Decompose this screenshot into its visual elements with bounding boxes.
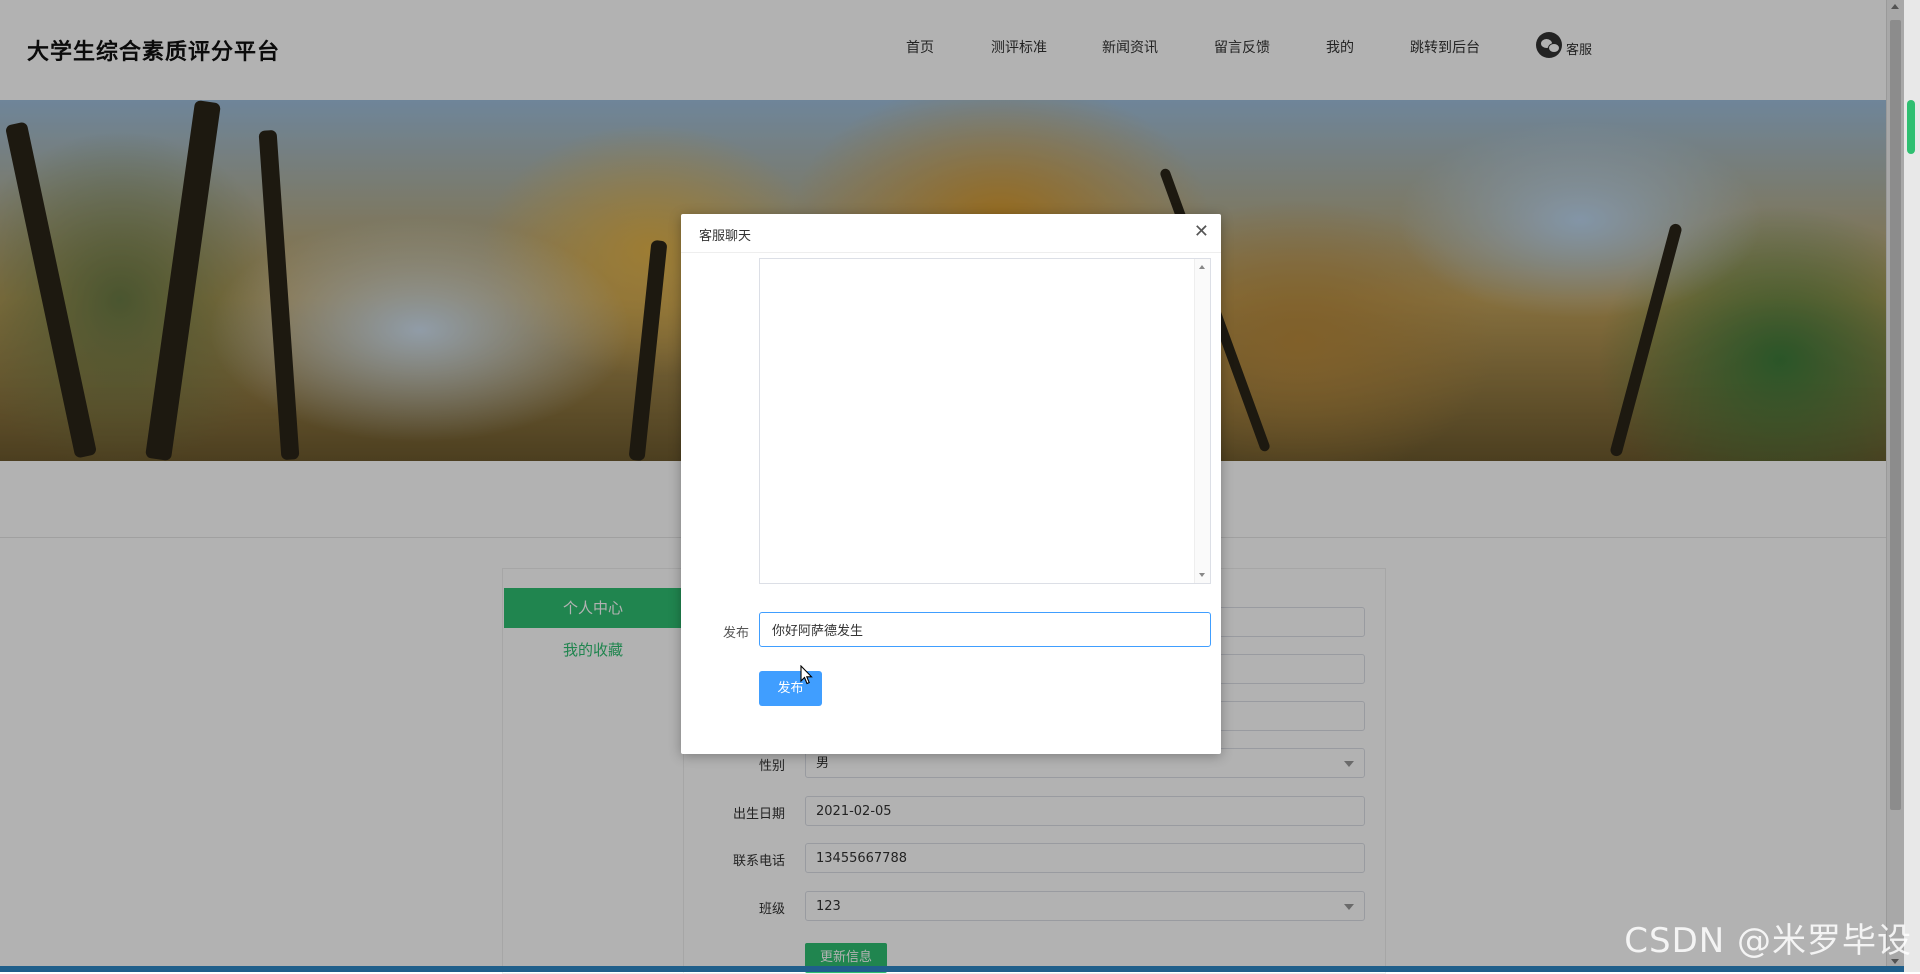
outer-scrollbar[interactable]: [1904, 0, 1920, 972]
chat-scrollbar[interactable]: [1194, 259, 1210, 583]
outer-scrollbar-thumb[interactable]: [1907, 100, 1915, 154]
taskbar-strip: [0, 966, 1904, 972]
scroll-up-icon[interactable]: [1199, 265, 1205, 269]
post-label: 发布: [723, 626, 750, 641]
message-input[interactable]: [759, 612, 1211, 647]
scroll-down-icon[interactable]: [1199, 573, 1205, 577]
chat-message-area[interactable]: [759, 258, 1211, 584]
close-icon[interactable]: ✕: [1194, 221, 1209, 243]
customer-service-dialog: 客服聊天 ✕ 发布 发布: [681, 214, 1221, 754]
watermark: CSDN @米罗毕设: [1624, 921, 1912, 961]
dialog-title: 客服聊天: [699, 229, 752, 244]
dialog-header: 客服聊天 ✕: [681, 214, 1221, 253]
